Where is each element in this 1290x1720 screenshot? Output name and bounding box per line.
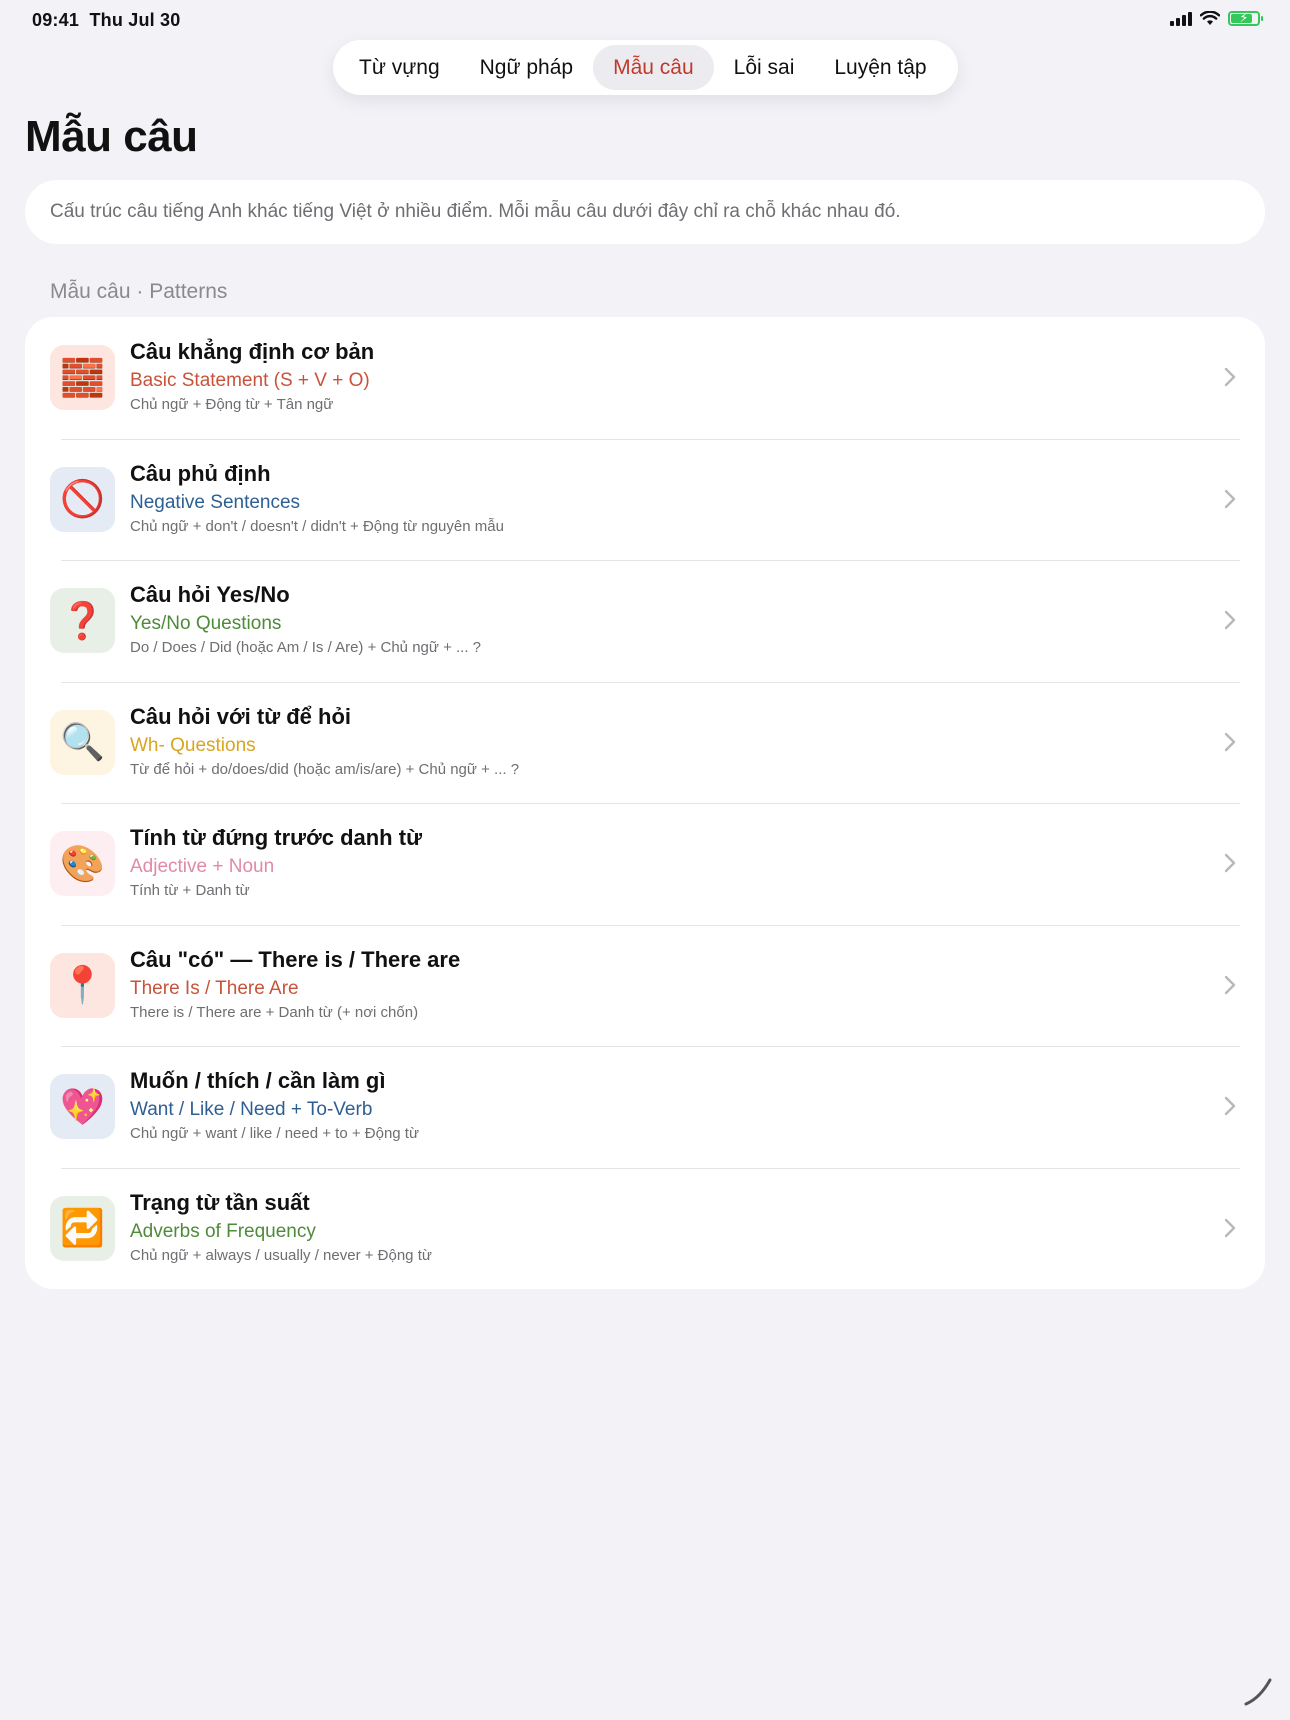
- pattern-text: Trạng từ tần suất Adverbs of Frequency Chủ…: [130, 1188, 1205, 1267]
- question-mark-icon: ❓: [50, 588, 115, 653]
- pattern-formula: Chủ ngữ + Động từ + Tân ngữ: [130, 396, 334, 413]
- pushpin-icon: 📍: [50, 952, 115, 1018]
- intro-text: Cấu trúc câu tiếng Anh khác tiếng Việt ở…: [25, 180, 1265, 244]
- section-label: Mẫu câu · Patterns: [50, 280, 228, 303]
- pattern-formula: There is / There are + Danh từ (+ nơi ch…: [130, 1003, 419, 1021]
- sparkling-heart-icon: 💖: [50, 1074, 115, 1139]
- cellular-signal-icon: [1170, 11, 1192, 26]
- tab-1[interactable]: Ngữ pháp: [460, 45, 593, 90]
- pattern-subtitle: Negative Sentences: [130, 491, 301, 513]
- pattern-title: Câu hỏi với từ để hỏi: [130, 703, 352, 729]
- pattern-text: Câu hỏi với từ để hỏi Wh- Questions Từ để …: [130, 702, 1205, 781]
- pattern-subtitle: Adverbs of Frequency: [130, 1220, 316, 1242]
- chevron-right-icon: [1224, 853, 1236, 873]
- pattern-title: Câu hỏi Yes/No: [130, 582, 290, 607]
- brick-icon: 🧱: [50, 345, 115, 410]
- tab-2[interactable]: Mẫu câu: [593, 45, 714, 90]
- pattern-subtitle: Basic Statement (S + V + O): [130, 370, 370, 391]
- pattern-formula: Tính từ + Danh từ: [130, 882, 250, 899]
- pattern-text: Câu phủ định Negative Sentences Chủ ngữ + …: [130, 459, 1205, 538]
- chevron-right-icon: [1224, 1218, 1236, 1237]
- pattern-row[interactable]: 🔍 Câu hỏi với từ để hỏi Wh- Questions Từ để…: [25, 681, 1265, 804]
- pattern-text: Câu hỏi Yes/No Yes/No Questions Do / Does …: [130, 580, 1205, 659]
- pattern-title: Câu phủ định: [130, 460, 271, 486]
- pattern-subtitle: Wh- Questions: [130, 734, 256, 756]
- scroll-indicator-icon: [1244, 1678, 1272, 1706]
- chevron-right-icon: [1224, 1096, 1236, 1116]
- tab-0[interactable]: Từ vựng: [339, 45, 460, 90]
- palette-icon: 🎨: [50, 831, 115, 896]
- chevron-right-icon: [1224, 489, 1236, 508]
- tab-4[interactable]: Luyện tập: [814, 45, 946, 90]
- patterns-list: 🧱 Câu khẳng định cơ bản Basic Statement (S…: [25, 317, 1265, 1289]
- section-tab-bar: Từ vựng Ngữ pháp Mẫu câu Lỗi sai Luyện tập: [333, 40, 958, 95]
- chevron-right-icon: [1224, 975, 1236, 994]
- pattern-title: Câu "có" — There is / There are: [130, 946, 461, 972]
- page-title: Mẫu câu: [25, 112, 198, 161]
- pattern-row[interactable]: 🔁 Trạng từ tần suất Adverbs of Frequency Ch…: [25, 1167, 1265, 1290]
- chevron-right-icon: [1224, 367, 1236, 387]
- pattern-title: Muốn / thích / cần làm gì: [130, 1068, 386, 1093]
- pattern-title: Tính từ đứng trước danh từ: [130, 825, 422, 850]
- pattern-formula: Chủ ngữ + don't / doesn't / didn't + Độn…: [130, 517, 504, 535]
- status-bar: 09:41 Thu Jul 30 ⚡: [0, 0, 1290, 40]
- pattern-title: Trạng từ tần suất: [130, 1189, 310, 1215]
- pattern-title: Câu khẳng định cơ bản: [130, 339, 375, 364]
- pattern-row[interactable]: 🧱 Câu khẳng định cơ bản Basic Statement (S…: [25, 317, 1265, 439]
- pattern-row[interactable]: 📍 Câu "có" — There is / There are There Is…: [25, 924, 1265, 1047]
- pattern-row[interactable]: 🎨 Tính từ đứng trước danh từ Adjective + N…: [25, 803, 1265, 925]
- app-screen: 09:41 Thu Jul 30 ⚡ Từ vựng Ngữ pháp Mẫu câ…: [0, 0, 1290, 1720]
- tab-3[interactable]: Lỗi sai: [714, 45, 815, 90]
- pattern-formula: Chủ ngữ + want / like / need + to + Động…: [130, 1125, 420, 1142]
- pattern-text: Muốn / thích / cần làm gì Want / Like / N…: [130, 1066, 1205, 1145]
- prohibited-icon: 🚫: [50, 466, 115, 532]
- magnifier-icon: 🔍: [50, 709, 115, 775]
- pattern-subtitle: There Is / There Are: [130, 977, 299, 999]
- battery-icon: ⚡: [1228, 10, 1263, 26]
- status-indicators: ⚡: [1170, 10, 1263, 26]
- status-time: 09:41 Thu Jul 30: [32, 10, 181, 30]
- chevron-right-icon: [1224, 732, 1236, 751]
- pattern-row[interactable]: 💖 Muốn / thích / cần làm gì Want / Like / …: [25, 1046, 1265, 1168]
- pattern-row[interactable]: ❓ Câu hỏi Yes/No Yes/No Questions Do / Does…: [25, 560, 1265, 682]
- pattern-formula: Chủ ngữ + always / usually / never + Độn…: [130, 1246, 432, 1264]
- repeat-icon: 🔁: [50, 1195, 115, 1261]
- pattern-row[interactable]: 🚫 Câu phủ định Negative Sentences Chủ ngữ +…: [25, 438, 1265, 561]
- pattern-formula: Do / Does / Did (hoặc Am / Is / Are) + C…: [130, 639, 482, 656]
- pattern-subtitle: Adjective + Noun: [130, 856, 275, 877]
- wifi-icon: [1200, 11, 1220, 25]
- pattern-formula: Từ để hỏi + do/does/did (hoặc am/is/are)…: [130, 760, 520, 778]
- pattern-subtitle: Want / Like / Need + To-Verb: [130, 1099, 373, 1120]
- pattern-subtitle: Yes/No Questions: [130, 613, 282, 634]
- pattern-text: Câu khẳng định cơ bản Basic Statement (S …: [130, 337, 1205, 416]
- pattern-text: Tính từ đứng trước danh từ Adjective + No…: [130, 823, 1205, 902]
- chevron-right-icon: [1224, 610, 1236, 630]
- pattern-text: Câu "có" — There is / There are There Is …: [130, 945, 1205, 1024]
